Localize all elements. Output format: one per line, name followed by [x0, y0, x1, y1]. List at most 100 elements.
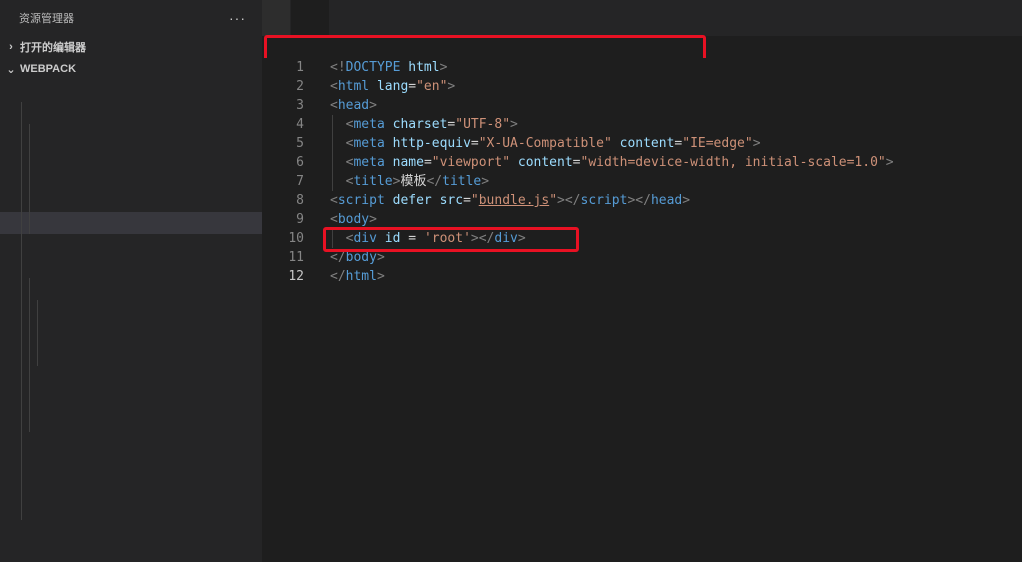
tab-webpack-config-js[interactable] [262, 0, 291, 36]
line-number: 4 [296, 117, 304, 132]
folder-item[interactable] [0, 234, 262, 256]
code-line: 6 <meta name="viewport" content="width=d… [262, 153, 1022, 172]
code-token: script [580, 193, 628, 208]
line-number: 5 [296, 136, 304, 151]
code-token: lang [376, 79, 409, 94]
file-item[interactable] [0, 432, 262, 454]
code-token: </ [330, 250, 346, 265]
indent-guide [332, 153, 333, 172]
code-token: meta [353, 117, 385, 132]
file-item[interactable] [0, 146, 262, 168]
code-content: <title>模板</title> [330, 172, 489, 191]
indent-guide [21, 454, 22, 476]
file-item[interactable] [0, 344, 262, 366]
editor-tab-bar [262, 0, 1022, 36]
code-token: ></ [470, 231, 495, 246]
indent-guide [21, 366, 22, 388]
file-item[interactable] [0, 498, 262, 520]
file-item[interactable] [0, 366, 262, 388]
code-token: "X-UA-Compatible" [478, 136, 612, 151]
file-item[interactable] [0, 410, 262, 432]
folder-item[interactable] [0, 256, 262, 278]
indent-guide [21, 146, 22, 168]
code-token: defer [392, 193, 432, 208]
code-token: meta [353, 136, 385, 151]
indent-guide [21, 212, 22, 234]
code-token: </ [426, 174, 443, 189]
indent-guide [21, 300, 22, 322]
indent-guide [332, 172, 333, 191]
folder-item[interactable] [0, 80, 262, 102]
file-item[interactable] [0, 322, 262, 344]
indent-guide [37, 300, 38, 322]
code-line: 9 <body> [262, 210, 1022, 229]
code-token: ></ [627, 193, 651, 208]
code-token: > [447, 79, 456, 94]
tab-index-html[interactable] [291, 0, 330, 36]
indent-guide [29, 168, 30, 190]
indent-guide [21, 410, 22, 432]
code-content: <html lang="en"> [330, 77, 455, 96]
line-number: 12 [288, 269, 304, 284]
code-token: charset [392, 117, 448, 132]
code-token: "width=device-width, initial-scale=1.0" [580, 155, 886, 170]
code-token: "viewport" [431, 155, 511, 170]
code-token: = [423, 155, 432, 170]
workspace-section[interactable]: ⌄ WEBPACK [0, 58, 262, 80]
code-token: bundle.js [478, 193, 550, 208]
indent-guide [29, 344, 30, 366]
code-line: 2 <html lang="en"> [262, 77, 1022, 96]
open-editors-section[interactable]: › 打开的编辑器 [0, 36, 262, 58]
code-editor[interactable]: 1 <!DOCTYPE html> 2 <html lang="en"> 3 <head>… [262, 58, 1022, 562]
code-token: head [650, 193, 683, 208]
folder-item[interactable] [0, 278, 262, 300]
indent-guide [21, 388, 22, 410]
more-actions-icon[interactable]: ··· [229, 10, 246, 26]
indent-guide [37, 344, 38, 366]
line-number: 2 [296, 79, 304, 94]
indent-guide [29, 278, 30, 300]
code-token: > [517, 231, 526, 246]
code-token: " [470, 193, 479, 208]
code-token: "UTF-8" [455, 117, 511, 132]
file-item[interactable] [0, 476, 262, 498]
indent-guide [332, 115, 333, 134]
code-token: > [369, 98, 377, 113]
code-token: < [330, 212, 338, 227]
code-token: > [682, 193, 691, 208]
code-token: http-equiv [392, 136, 471, 151]
code-token: title [442, 174, 482, 189]
code-token: = [463, 193, 471, 208]
file-item[interactable] [0, 300, 262, 322]
code-line: 8 <script defer src="bundle.js"></script>… [262, 191, 1022, 210]
line-number: 1 [296, 60, 304, 75]
code-content: <!DOCTYPE html> [330, 58, 447, 77]
code-token: > [752, 136, 761, 151]
code-token: > [369, 212, 377, 227]
indent-guide [21, 256, 22, 278]
folder-item[interactable] [0, 102, 262, 124]
code-token: ></ [557, 193, 581, 208]
code-content: <head> [330, 96, 377, 115]
indent-guide [21, 168, 22, 190]
file-item[interactable] [0, 124, 262, 146]
code-token: head [337, 98, 370, 113]
code-token: "IE=edge" [682, 136, 753, 151]
code-token: 模板 [400, 174, 427, 189]
code-token: > [885, 155, 894, 170]
explorer-title: 资源管理器 [19, 13, 74, 25]
code-token: = [408, 79, 417, 94]
indent-guide [21, 124, 22, 146]
file-item[interactable] [0, 388, 262, 410]
code-token: body [337, 212, 370, 227]
file-item[interactable] [0, 454, 262, 476]
workspace-label: WEBPACK [20, 63, 77, 75]
file-item[interactable] [0, 190, 262, 212]
file-item[interactable] [0, 212, 262, 234]
code-token: html [337, 79, 370, 94]
file-item[interactable] [0, 168, 262, 190]
code-content: <body> [330, 210, 377, 229]
code-line: 7 <title>模板</title> [262, 172, 1022, 191]
